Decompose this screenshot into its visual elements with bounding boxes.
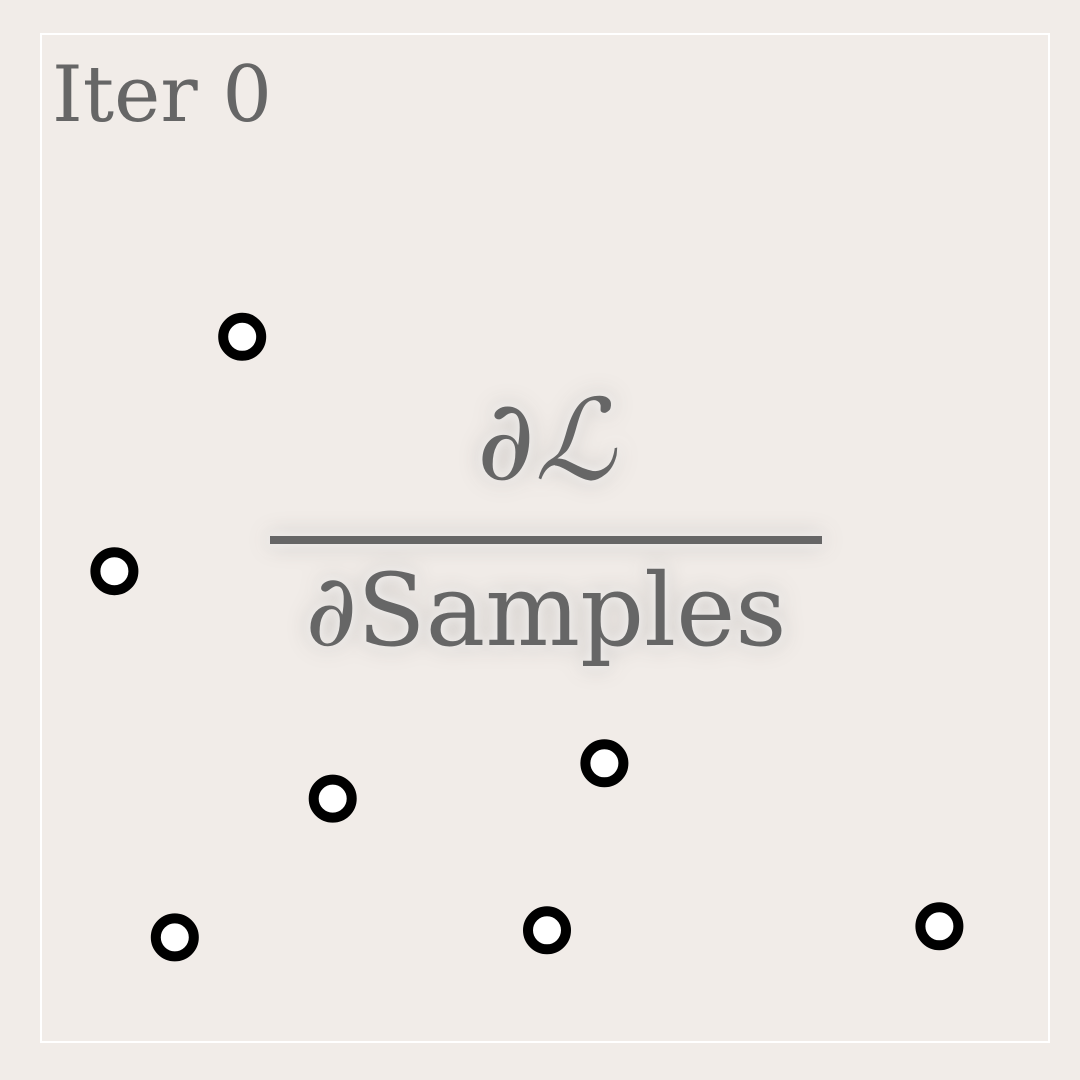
partial-symbol: ∂: [305, 552, 358, 669]
gradient-fraction: ∂ℒ ∂Samples: [270, 385, 822, 685]
fraction-bar: [270, 536, 822, 544]
fraction-numerator: ∂ℒ: [476, 376, 616, 506]
fraction-denominator: ∂Samples: [270, 561, 822, 661]
iteration-label: Iter 0: [52, 50, 273, 140]
denominator-text: Samples: [357, 552, 787, 669]
